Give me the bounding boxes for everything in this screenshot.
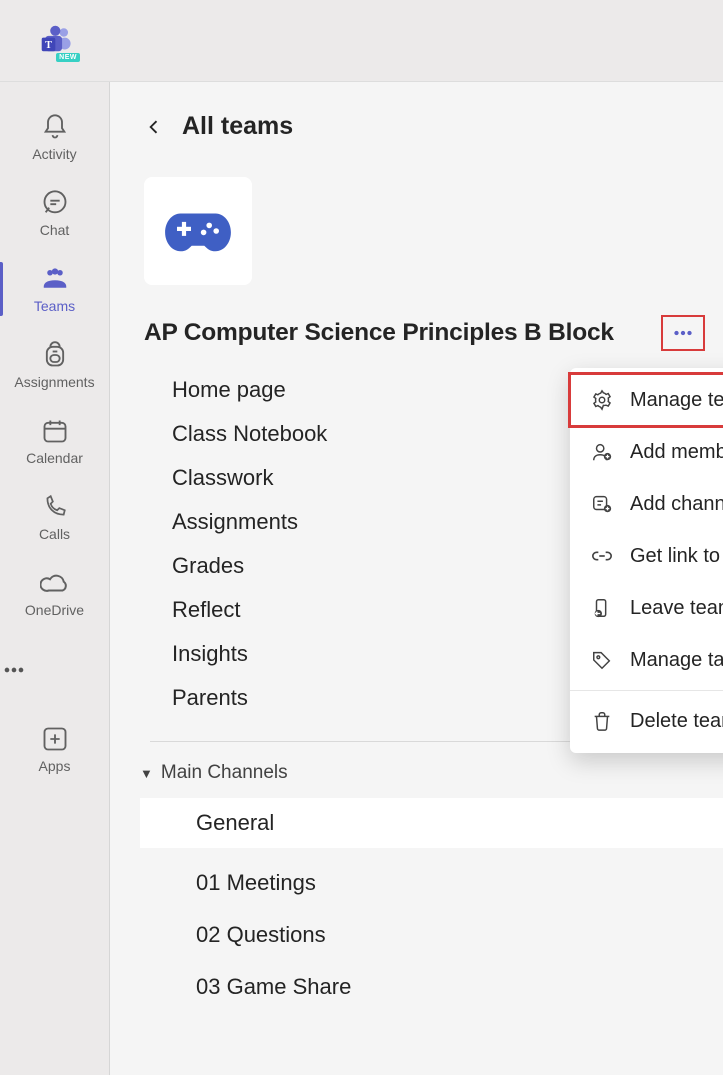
channel-02-questions[interactable]: 02 Questions: [196, 918, 723, 952]
rail-assignments[interactable]: Assignments: [0, 328, 109, 404]
rail-activity-label: Activity: [32, 146, 76, 162]
menu-manage-team[interactable]: Manage team: [570, 374, 723, 426]
new-badge: NEW: [56, 53, 80, 62]
bell-icon: [40, 112, 70, 142]
trash-icon: [590, 709, 614, 733]
menu-leave-team-label: Leave team: [630, 597, 723, 620]
ellipsis-icon: [670, 320, 696, 346]
rail-onedrive-label: OneDrive: [25, 602, 84, 618]
menu-manage-team-label: Manage team: [630, 389, 723, 412]
cloud-icon: [40, 568, 70, 598]
menu-delete-team[interactable]: Delete team: [570, 695, 723, 747]
channel-group-toggle[interactable]: ▼ Main Channels: [140, 762, 723, 784]
caret-down-icon: ▼: [140, 766, 153, 781]
gamepad-icon: [163, 206, 233, 256]
main-pane: All teams AP Computer Science Principles…: [110, 82, 723, 1075]
menu-add-channel-label: Add channel: [630, 493, 723, 516]
calendar-icon: [40, 416, 70, 446]
menu-get-link-label: Get link to team: [630, 545, 723, 568]
menu-manage-tags[interactable]: Manage tags: [570, 634, 723, 686]
rail-apps[interactable]: Apps: [0, 712, 109, 788]
menu-manage-tags-label: Manage tags: [630, 649, 723, 672]
backpack-icon: [40, 340, 70, 370]
chat-icon: [40, 188, 70, 218]
rail-teams-label: Teams: [34, 298, 75, 314]
menu-get-link[interactable]: Get link to team: [570, 530, 723, 582]
top-bar: T NEW: [0, 0, 723, 82]
team-context-menu: Manage team Add member: [570, 368, 723, 753]
rail-onedrive[interactable]: OneDrive: [0, 556, 109, 632]
svg-text:T: T: [45, 39, 52, 50]
tag-icon: [590, 648, 614, 672]
left-rail: Activity Chat Teams: [0, 82, 110, 1075]
rail-calls-label: Calls: [39, 526, 70, 542]
menu-delete-team-label: Delete team: [630, 710, 723, 733]
channel-plus-icon: [590, 492, 614, 516]
rail-calendar[interactable]: Calendar: [0, 404, 109, 480]
rail-assignments-label: Assignments: [14, 374, 94, 390]
phone-icon: [40, 492, 70, 522]
rail-apps-label: Apps: [39, 758, 71, 774]
channel-01-meetings[interactable]: 01 Meetings: [196, 866, 723, 900]
leave-icon: [590, 596, 614, 620]
gear-icon: [590, 388, 614, 412]
channel-group-label: Main Channels: [161, 762, 288, 784]
plus-square-icon: [40, 724, 70, 754]
team-title: AP Computer Science Principles B Block: [144, 319, 614, 347]
rail-more[interactable]: [0, 638, 109, 702]
rail-chat-label: Chat: [40, 222, 70, 238]
menu-leave-team[interactable]: Leave team: [570, 582, 723, 634]
person-plus-icon: [590, 440, 614, 464]
rail-teams[interactable]: Teams: [0, 252, 109, 328]
channel-group: ▼ Main Channels General 01 Meetings 02 Q…: [110, 742, 723, 1004]
rail-activity[interactable]: Activity: [0, 100, 109, 176]
menu-add-member-label: Add member: [630, 441, 723, 464]
link-icon: [590, 544, 614, 568]
channel-general[interactable]: General: [140, 798, 723, 848]
back-chevron-icon[interactable]: [144, 117, 164, 137]
breadcrumb-text: All teams: [182, 112, 293, 141]
team-more-options-button[interactable]: [661, 315, 705, 351]
people-icon: [40, 264, 70, 294]
rail-chat[interactable]: Chat: [0, 176, 109, 252]
ellipsis-icon: [0, 656, 109, 684]
rail-calls[interactable]: Calls: [0, 480, 109, 556]
menu-add-member[interactable]: Add member: [570, 426, 723, 478]
menu-separator: [570, 690, 723, 691]
teams-app-logo-icon: T NEW: [40, 24, 74, 58]
menu-add-channel[interactable]: Add channel: [570, 478, 723, 530]
team-avatar[interactable]: [144, 177, 252, 285]
channel-03-game-share[interactable]: 03 Game Share: [196, 970, 723, 1004]
breadcrumb[interactable]: All teams: [110, 82, 723, 141]
rail-calendar-label: Calendar: [26, 450, 83, 466]
